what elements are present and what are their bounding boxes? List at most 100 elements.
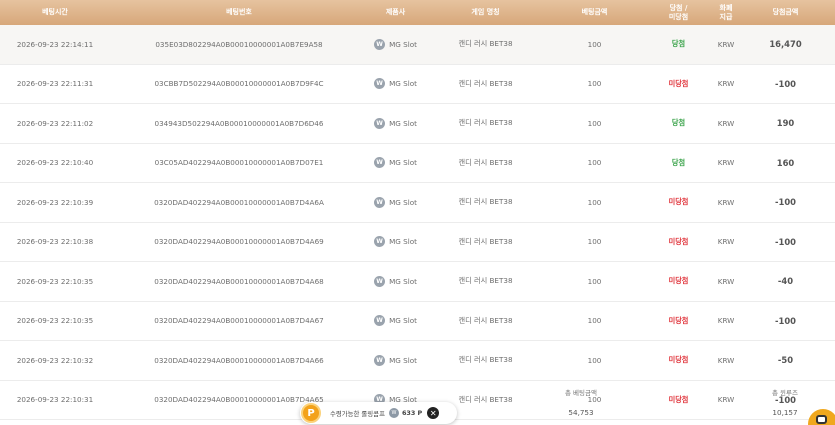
cell-result: 미당첨 [668,236,689,246]
mg-logo-icon: W [374,38,386,50]
header-bet-number: 베팅번호 [226,8,252,16]
cell-win-amount: -100 [775,78,796,89]
cell-game-name: 캔디 러시 BET38 [458,39,513,49]
cell-currency: KRW [717,355,735,365]
cell-result: 당첨 [671,118,686,128]
header-result-line2: 미당첨 [668,12,689,21]
cell-bet-number: 035E03D802294A0B00010000001A0B7E9A58 [155,39,323,49]
cell-bet-amount: 100 [587,355,602,365]
cell-bet-time: 2026-09-23 22:10:38 [16,237,94,247]
table-header: 베팅시간 베팅번호 제품사 게임 명칭 베팅금액 당첨 / 미당첨 화폐 지급 … [0,0,835,25]
cell-bet-time: 2026-09-23 22:10:40 [16,158,94,168]
cell-win-amount: -50 [777,355,794,366]
mg-logo-icon: W [374,275,386,287]
table-row: 2026-09-23 22:11:31 03CBB7D502294A0B00010… [0,65,835,104]
cell-game-name: 캔디 러시 BET38 [458,197,513,207]
mg-logo-icon: W [374,236,386,248]
cell-game-name: 캔디 러시 BET38 [458,236,513,246]
total-bet-label: 총 베팅금액 [565,389,597,397]
cell-result: 당첨 [671,157,686,167]
cell-bet-amount: 100 [587,316,602,326]
table-row: 2026-09-23 22:10:35 0320DAD402294A0B00010… [0,262,835,302]
cell-bet-number: 0320DAD402294A0B00010000001A0B7D4A67 [154,316,324,326]
mg-logo-icon: W [374,315,386,327]
total-winloss-value: 10,157 [772,408,798,417]
cell-currency: KRW [717,79,735,89]
table-row: 2026-09-23 22:10:38 0320DAD402294A0B00010… [0,223,835,262]
provider-name: MG Slot [389,316,417,326]
cell-bet-number: 03CBB7D502294A0B00010000001A0B7D9F4C [154,79,324,89]
cell-game-name: 캔디 러시 BET38 [458,78,513,88]
cell-bet-amount: 100 [587,197,602,207]
mg-logo-icon: W [374,354,386,366]
table-row: 2026-09-23 22:10:32 0320DAD402294A0B00010… [0,341,835,381]
cell-currency: KRW [717,118,735,128]
cell-result: 미당첨 [668,197,689,207]
cell-provider: W MG Slot [368,38,423,50]
header-bet-time: 베팅시간 [42,8,68,16]
point-badge-icon: P [301,403,321,423]
cell-currency: KRW [717,276,735,286]
cell-currency: KRW [717,237,735,247]
cell-result: 미당첨 [668,355,689,365]
provider-name: MG Slot [389,197,417,207]
cell-provider: W MG Slot [368,315,423,327]
table-row: 2026-09-23 22:10:40 03C05AD402294A0B00010… [0,144,835,183]
rolling-comp-popup[interactable]: P 수령가능한 롤링콤프 W 633 P ✕ [300,402,457,424]
cell-bet-number: 0320DAD402294A0B00010000001A0B7D4A6A [154,197,324,207]
header-provider: 제품사 [385,8,406,16]
cell-provider: W MG Slot [368,354,423,366]
cell-game-name: 캔디 러시 BET38 [458,355,513,365]
header-game-name: 게임 명칭 [471,8,500,16]
table-row: 2026-09-23 22:10:39 0320DAD402294A0B00010… [0,183,835,223]
mg-logo-icon: W [374,78,386,90]
cell-bet-time: 2026-09-23 22:10:35 [16,276,94,286]
cell-currency: KRW [717,158,735,168]
close-icon[interactable]: ✕ [427,407,440,419]
header-currency: 화폐 지급 [719,3,733,21]
cell-win-amount: -100 [775,197,796,208]
rolling-comp-amount: 633 P [401,409,423,417]
cell-result: 당첨 [671,39,686,49]
cell-result: 미당첨 [668,276,689,286]
cell-game-name: 캔디 러시 BET38 [458,118,513,128]
cell-currency: KRW [717,197,735,207]
cell-bet-number: 0320DAD402294A0B00010000001A0B7D4A69 [154,237,324,247]
header-win-amount: 당첨금액 [772,8,799,16]
cell-bet-number: 03C05AD402294A0B00010000001A0B7D07E1 [154,158,324,168]
cell-bet-amount: 100 [587,237,602,247]
cell-result: 미당첨 [668,315,689,325]
cell-bet-number: 0320DAD402294A0B00010000001A0B7D4A66 [154,355,324,365]
total-bet-summary: 총 베팅금액 54,753 [548,388,614,418]
provider-name: MG Slot [389,79,417,89]
cell-game-name: 캔디 러시 BET38 [458,276,513,286]
cell-bet-time: 2026-09-23 22:11:02 [16,118,94,128]
cell-currency: KRW [717,316,735,326]
table-body: 2026-09-23 22:14:11 035E03D802294A0B00010… [0,25,835,420]
table-row: 2026-09-23 22:10:35 0320DAD402294A0B00010… [0,302,835,341]
cell-provider: W MG Slot [368,275,423,287]
cell-result: 미당첨 [668,78,689,88]
provider-name: MG Slot [389,118,417,128]
cell-provider: W MG Slot [368,196,423,208]
cell-game-name: 캔디 러시 BET38 [458,157,513,167]
header-result: 당첨 / 미당첨 [641,4,716,22]
rolling-comp-label: 수령가능한 롤링콤프 [330,409,385,418]
header-result-line1: 당첨 / [669,3,688,12]
cell-win-amount: -100 [775,315,796,326]
cell-provider: W MG Slot [368,236,423,248]
cell-bet-time: 2026-09-23 22:14:11 [16,39,94,49]
table-row: 2026-09-23 22:11:02 034943D502294A0B00010… [0,104,835,144]
total-bet-value: 54,753 [568,408,594,417]
coin-icon: W [388,408,399,418]
mg-logo-icon: W [374,117,386,129]
cell-win-amount: -100 [775,236,796,247]
cell-provider: W MG Slot [368,157,423,169]
total-winloss-label: 총 윈루즈 [772,389,798,397]
cell-win-amount: 160 [776,157,795,168]
bet-history-table: 베팅시간 베팅번호 제품사 게임 명칭 베팅금액 당첨 / 미당첨 화폐 지급 … [0,0,835,420]
cell-bet-amount: 100 [587,79,602,89]
provider-name: MG Slot [389,39,417,49]
chat-icon [816,415,827,424]
cell-bet-time: 2026-09-23 22:11:31 [16,79,94,89]
